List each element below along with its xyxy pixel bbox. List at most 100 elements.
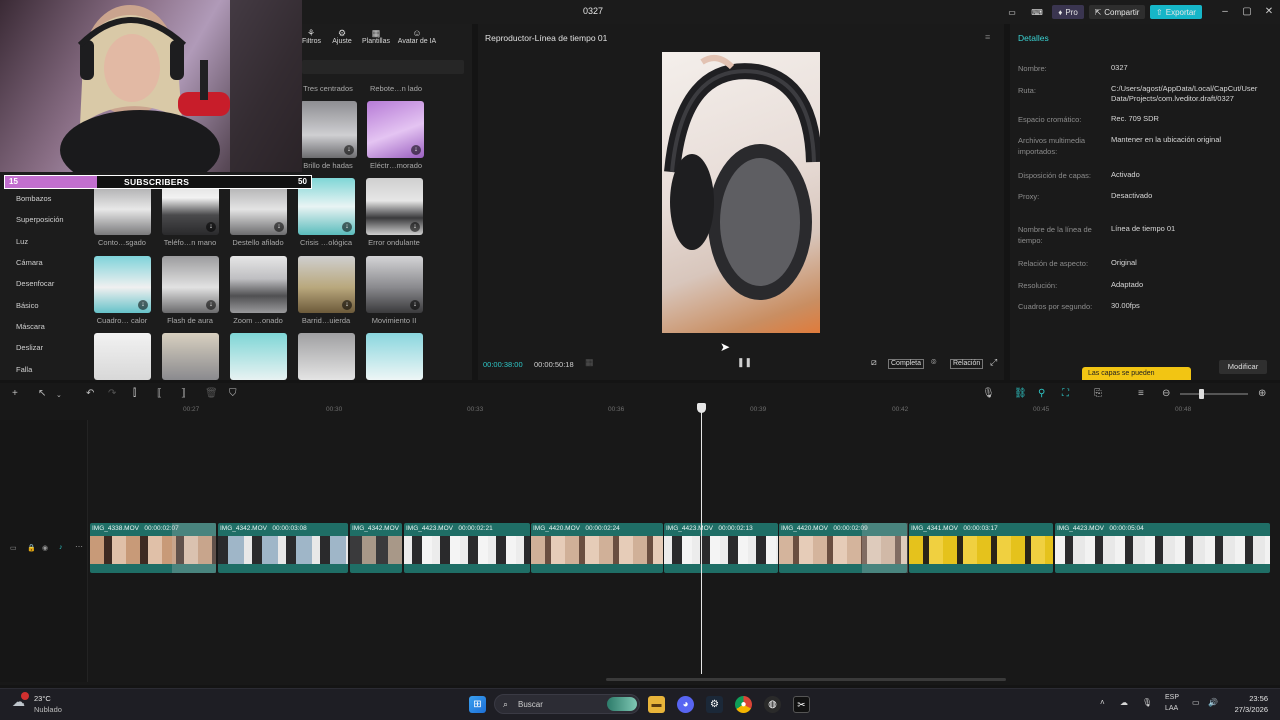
effect-thumbnail[interactable] — [366, 333, 423, 380]
track-cover-icon[interactable]: ▭ — [10, 544, 17, 552]
lock-icon[interactable]: 🔒 — [27, 544, 36, 552]
download-icon[interactable]: ↓ — [342, 222, 352, 232]
playhead-handle[interactable] — [697, 403, 706, 413]
tab-filters[interactable]: ⚘ Filtros — [301, 28, 321, 50]
keyboard-icon[interactable]: ⌨ — [1030, 5, 1044, 19]
effect-thumbnail[interactable]: ↓ — [300, 101, 357, 158]
trim-left-icon[interactable]: ⟦ — [157, 388, 162, 399]
effect-thumbnail[interactable]: ↓ — [367, 101, 424, 158]
transition-marker[interactable] — [862, 523, 908, 573]
share-button[interactable]: ⇱ Compartir — [1089, 5, 1145, 19]
chevron-up-icon[interactable]: ˄ — [1100, 698, 1105, 707]
eye-icon[interactable]: ◉ — [42, 544, 48, 552]
link-icon[interactable]: ⛓ — [1014, 388, 1027, 399]
capcut-icon[interactable]: ✂ — [793, 696, 810, 713]
category-desenfocar[interactable]: Desenfocar — [16, 279, 54, 288]
add-icon[interactable]: + — [12, 388, 18, 399]
grid-icon[interactable]: ▦ — [585, 357, 594, 371]
timeline-clip[interactable]: IMG_4423.MOV 00:00:02:21 — [404, 523, 530, 573]
download-icon[interactable]: ↓ — [274, 222, 284, 232]
crop-icon[interactable]: ⧄ — [871, 357, 877, 371]
timeline-clip[interactable]: IMG_4423.MOV 00:00:02:13 — [664, 523, 778, 573]
zoom-out-icon[interactable]: ⊖ — [1162, 388, 1170, 399]
chrome-icon[interactable]: ● — [735, 696, 752, 713]
tab-ai-avatar[interactable]: ☺ Avatar de IA — [396, 28, 438, 50]
minimize-icon[interactable]: – — [1218, 5, 1232, 19]
download-icon[interactable]: ↓ — [410, 300, 420, 310]
discord-icon[interactable]: ◕ — [677, 696, 694, 713]
maximize-icon[interactable]: ▢ — [1240, 5, 1254, 19]
steam-icon[interactable]: ⚙ — [706, 696, 723, 713]
download-icon[interactable]: ↓ — [206, 222, 216, 232]
transition-marker[interactable] — [172, 523, 216, 573]
effect-thumbnail[interactable] — [230, 333, 287, 380]
effects-search-input[interactable] — [302, 60, 464, 74]
file-explorer-icon[interactable]: ▬ — [648, 696, 665, 713]
layout-icon[interactable]: ▭ — [1005, 5, 1019, 19]
tab-details[interactable]: Detalles — [1018, 33, 1049, 43]
zoom-slider-handle[interactable] — [1199, 389, 1204, 399]
select-tool-icon[interactable]: ↖ — [38, 388, 46, 399]
category-basico[interactable]: Básico — [16, 301, 39, 310]
screenshot-icon[interactable]: ⌾ — [931, 357, 936, 371]
category-camara[interactable]: Cámara — [16, 258, 43, 267]
taskbar-search[interactable]: ⌕ Buscar — [494, 694, 640, 714]
download-icon[interactable]: ↓ — [410, 222, 420, 232]
download-icon[interactable]: ↓ — [342, 300, 352, 310]
category-deslizar[interactable]: Deslizar — [16, 343, 43, 352]
category-bombazos[interactable]: Bombazos — [16, 194, 51, 203]
tab-adjust[interactable]: ⚙ Ajuste — [330, 28, 354, 50]
preview-axis-icon[interactable]: ⎘ — [1094, 388, 1102, 399]
audio-icon[interactable]: ♪ — [59, 544, 63, 551]
timeline-clip[interactable]: IMG_4423.MOV 00:00:05:04 — [1055, 523, 1270, 573]
timeline-clip[interactable]: IMG_4420.MOV 00:00:02:24 — [531, 523, 663, 573]
category-falla[interactable]: Falla — [16, 365, 32, 374]
microphone-tray-icon[interactable]: 🎙 — [1142, 698, 1152, 707]
download-icon[interactable]: ↓ — [138, 300, 148, 310]
category-mascara[interactable]: Máscara — [16, 322, 45, 331]
download-icon[interactable]: ↓ — [206, 300, 216, 310]
marker-icon[interactable]: ⛉ — [229, 388, 237, 399]
lang-top[interactable]: ESP — [1165, 694, 1179, 701]
split-icon[interactable]: ⫿ — [133, 388, 136, 399]
chevron-down-icon[interactable]: ⌄ — [56, 391, 62, 399]
timeline-clip[interactable]: IMG_4341.MOV 00:00:03:17 — [909, 523, 1053, 573]
category-superposicion[interactable]: Superposición — [16, 215, 64, 224]
more-icon[interactable]: ⋯ — [75, 542, 83, 551]
magnet-icon[interactable]: ⚲ — [1038, 388, 1045, 399]
video-preview[interactable] — [662, 52, 820, 333]
effect-thumbnail[interactable] — [298, 333, 355, 380]
effect-thumbnail[interactable]: ↓ — [94, 256, 151, 313]
fullscreen-icon[interactable]: ⤢ — [990, 357, 997, 371]
timeline-scrollbar[interactable] — [606, 678, 1006, 681]
caption-icon[interactable]: ≡ — [1138, 388, 1144, 399]
download-icon[interactable]: ↓ — [344, 145, 354, 155]
trim-right-icon[interactable]: ⟧ — [181, 388, 186, 399]
modify-button[interactable]: Modificar — [1219, 360, 1267, 374]
close-icon[interactable]: ✕ — [1262, 5, 1276, 19]
undo-icon[interactable]: ↶ — [86, 388, 94, 399]
delete-icon[interactable]: 🗑 — [205, 388, 218, 399]
microphone-icon[interactable]: 🎙 — [982, 388, 995, 399]
cloud-sync-icon[interactable]: ☁ — [1120, 698, 1128, 707]
monitor-icon[interactable]: ▭ — [1192, 698, 1200, 707]
snap-icon[interactable]: ⛶ — [1062, 388, 1069, 399]
menu-icon[interactable]: ≡ — [985, 32, 990, 42]
lang-bottom[interactable]: LAA — [1165, 705, 1178, 712]
pro-button[interactable]: ♦ Pro — [1052, 5, 1084, 19]
full-quality-button[interactable]: Completa — [888, 359, 924, 369]
ratio-button[interactable]: Relación — [950, 359, 984, 369]
zoom-slider[interactable] — [1180, 393, 1248, 395]
effect-thumbnail[interactable] — [230, 256, 287, 313]
download-icon[interactable]: ↓ — [411, 145, 421, 155]
category-luz[interactable]: Luz — [16, 237, 28, 246]
timeline-clip[interactable]: IMG_4342.MOV 00:00:03:08 — [218, 523, 348, 573]
windows-start-icon[interactable]: ⊞ — [469, 696, 486, 713]
effect-thumbnail[interactable]: ↓ — [366, 256, 423, 313]
timeline-clip[interactable]: IMG_4342.MOV — [350, 523, 402, 573]
effect-thumbnail[interactable]: ↓ — [162, 256, 219, 313]
zoom-in-icon[interactable]: ⊕ — [1258, 388, 1266, 399]
clock-date[interactable]: 27/3/2026 — [1226, 705, 1268, 714]
obs-icon[interactable]: ◍ — [764, 696, 781, 713]
volume-icon[interactable]: 🔊 — [1208, 698, 1218, 707]
